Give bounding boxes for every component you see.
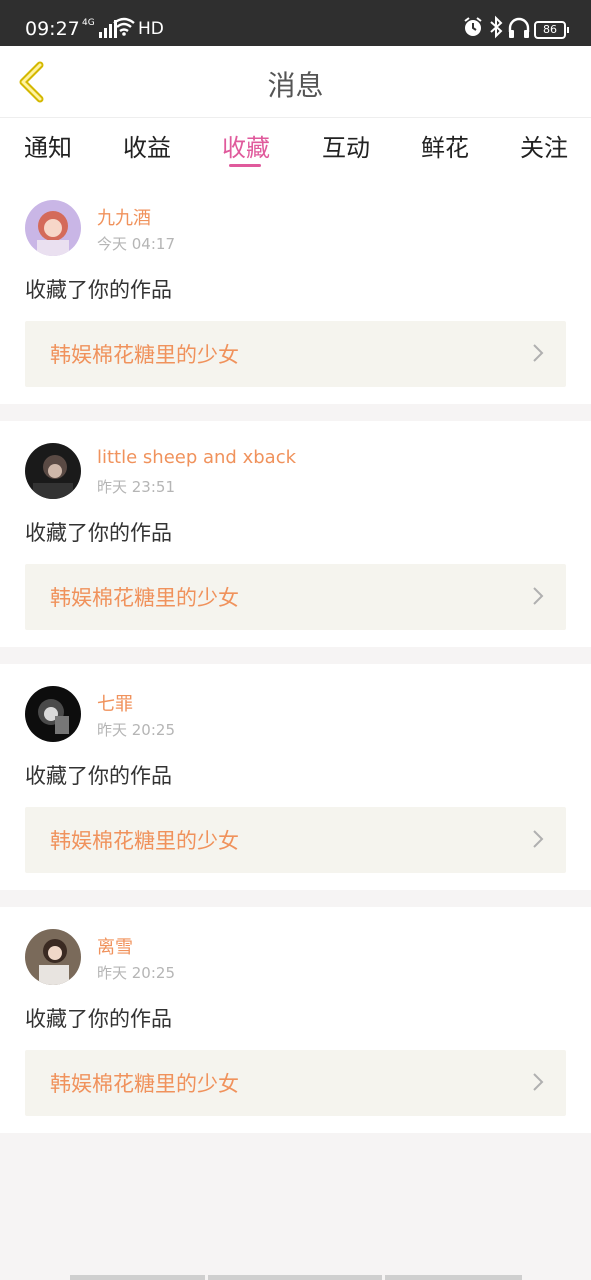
user-name[interactable]: 七罪 <box>97 690 133 716</box>
work-title: 韩娱棉花糖里的少女 <box>50 829 239 853</box>
tab-notifications[interactable]: 通知 <box>24 128 72 163</box>
network-type: 4G <box>82 18 95 28</box>
message-time: 昨天 23:51 <box>97 478 175 496</box>
chevron-right-icon <box>533 1073 544 1091</box>
work-title: 韩娱棉花糖里的少女 <box>50 343 239 367</box>
avatar[interactable] <box>25 686 81 742</box>
active-tab-indicator <box>229 164 261 167</box>
alarm-icon <box>464 17 482 36</box>
hd-indicator: HD <box>138 19 164 39</box>
avatar[interactable] <box>25 443 81 499</box>
page-title: 消息 <box>267 69 324 102</box>
action-text: 收藏了你的作品 <box>25 521 172 545</box>
tab-flowers[interactable]: 鲜花 <box>421 128 469 163</box>
chevron-right-icon <box>533 344 544 362</box>
action-text: 收藏了你的作品 <box>25 764 172 788</box>
message-time: 昨天 20:25 <box>97 721 175 739</box>
status-bar: 09:27 4G HD 86 <box>0 0 591 46</box>
wifi-icon <box>113 17 135 36</box>
user-name[interactable]: 离雪 <box>97 933 133 959</box>
message-card: 离雪 昨天 20:25 收藏了你的作品 韩娱棉花糖里的少女 <box>0 907 591 1133</box>
header: 消息 <box>0 46 591 118</box>
work-title: 韩娱棉花糖里的少女 <box>50 586 239 610</box>
work-link[interactable]: 韩娱棉花糖里的少女 <box>25 807 566 873</box>
headphones-icon <box>508 17 530 38</box>
action-text: 收藏了你的作品 <box>25 278 172 302</box>
status-time: 09:27 <box>25 18 80 40</box>
user-name[interactable]: little sheep and xback <box>97 447 296 468</box>
chevron-right-icon <box>533 830 544 848</box>
message-time: 昨天 20:25 <box>97 964 175 982</box>
work-link[interactable]: 韩娱棉花糖里的少女 <box>25 1050 566 1116</box>
tab-earnings[interactable]: 收益 <box>123 128 171 163</box>
nav-bar-segment <box>385 1275 522 1280</box>
tab-following[interactable]: 关注 <box>520 128 568 163</box>
user-name[interactable]: 九九酒 <box>97 204 151 230</box>
work-link[interactable]: 韩娱棉花糖里的少女 <box>25 321 566 387</box>
work-title: 韩娱棉花糖里的少女 <box>50 1072 239 1096</box>
avatar[interactable] <box>25 200 81 256</box>
work-link[interactable]: 韩娱棉花糖里的少女 <box>25 564 566 630</box>
battery-icon: 86 <box>534 21 569 39</box>
message-card: 七罪 昨天 20:25 收藏了你的作品 韩娱棉花糖里的少女 <box>0 664 591 890</box>
avatar[interactable] <box>25 929 81 985</box>
chevron-right-icon <box>533 587 544 605</box>
tab-interactions[interactable]: 互动 <box>322 128 370 163</box>
message-card: 九九酒 今天 04:17 收藏了你的作品 韩娱棉花糖里的少女 <box>0 178 591 404</box>
message-time: 今天 04:17 <box>97 235 175 253</box>
tab-bar: 通知 收益 收藏 互动 鲜花 关注 <box>0 118 591 178</box>
bluetooth-icon <box>490 15 503 39</box>
nav-bar-segment <box>70 1275 205 1280</box>
tab-favorites[interactable]: 收藏 <box>222 128 270 163</box>
nav-bar-segment <box>208 1275 382 1280</box>
message-card: little sheep and xback 昨天 23:51 收藏了你的作品 … <box>0 421 591 647</box>
action-text: 收藏了你的作品 <box>25 1007 172 1031</box>
